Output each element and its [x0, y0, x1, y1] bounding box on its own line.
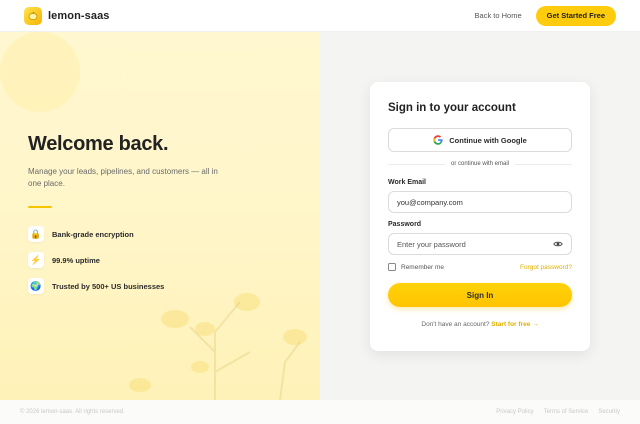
brand-name: lemon-saas — [48, 9, 110, 22]
google-signin-button[interactable]: Continue with Google — [388, 128, 572, 152]
signin-button[interactable]: Sign In — [388, 283, 572, 307]
top-nav: lemon-saas Back to Home Get Started Free — [0, 0, 640, 32]
terms-link[interactable]: Terms of Service — [544, 409, 589, 415]
signup-prompt-text: Don't have an account? — [421, 321, 490, 328]
remember-checkbox[interactable] — [388, 263, 396, 271]
privacy-policy-link[interactable]: Privacy Policy — [496, 409, 533, 415]
forgot-password-link[interactable]: Forgot password? — [520, 264, 572, 271]
welcome-panel: Welcome back. Manage your leads, pipelin… — [0, 32, 320, 400]
feature-label: Trusted by 500+ US businesses — [52, 281, 165, 291]
start-free-link[interactable]: Start for free → — [491, 321, 538, 328]
footer: © 2026 lemon-saas. All rights reserved. … — [0, 400, 640, 424]
or-divider: or continue with email — [388, 161, 572, 167]
google-icon — [433, 135, 443, 145]
signup-prompt: Don't have an account? Start for free → — [388, 321, 572, 328]
welcome-content: Welcome back. Manage your leads, pipelin… — [28, 133, 228, 294]
feature-list: 🔒 Bank-grade encryption ⚡ 99.9% uptime 🌍… — [28, 226, 228, 294]
email-label: Work Email — [388, 179, 426, 186]
eye-icon[interactable] — [553, 239, 563, 249]
divider-line — [388, 163, 445, 165]
email-field[interactable]: you@company.com — [388, 191, 572, 213]
signin-options: Remember me Forgot password? — [388, 263, 572, 271]
remember-me[interactable]: Remember me — [388, 263, 444, 271]
divider-line — [515, 163, 572, 165]
back-to-home-link[interactable]: Back to Home — [475, 11, 522, 20]
feature-label: Bank-grade encryption — [52, 229, 134, 239]
welcome-subtitle: Manage your leads, pipelines, and custom… — [28, 167, 218, 188]
globe-icon: 🌍 — [28, 278, 44, 294]
security-link[interactable]: Security — [598, 409, 620, 415]
lock-icon: 🔒 — [28, 226, 44, 242]
signin-card: Sign in to your account Continue with Go… — [370, 82, 590, 351]
accent-divider — [28, 206, 52, 208]
signin-title: Sign in to your account — [388, 102, 516, 114]
google-button-label: Continue with Google — [449, 135, 527, 145]
password-label: Password — [388, 221, 422, 228]
brand[interactable]: lemon-saas — [24, 6, 110, 25]
feature-label: 99.9% uptime — [52, 255, 100, 265]
copyright: © 2026 lemon-saas. All rights reserved. — [20, 409, 125, 415]
password-field[interactable]: Enter your password — [388, 233, 572, 255]
lemon-logo-icon — [24, 6, 42, 25]
feature-uptime: ⚡ 99.9% uptime — [28, 252, 228, 268]
welcome-title: Welcome back. — [28, 133, 169, 155]
feature-encryption: 🔒 Bank-grade encryption — [28, 226, 228, 242]
footer-links: Privacy Policy Terms of Service Security — [496, 409, 620, 415]
feature-trusted: 🌍 Trusted by 500+ US businesses — [28, 278, 228, 294]
password-placeholder: Enter your password — [397, 239, 466, 249]
get-started-button[interactable]: Get Started Free — [535, 5, 616, 26]
or-text: or continue with email — [450, 161, 510, 167]
nav-actions: Back to Home Get Started Free — [475, 5, 616, 26]
remember-label: Remember me — [401, 263, 444, 271]
signin-panel: Sign in to your account Continue with Go… — [320, 32, 640, 400]
lightning-icon: ⚡ — [28, 252, 44, 268]
